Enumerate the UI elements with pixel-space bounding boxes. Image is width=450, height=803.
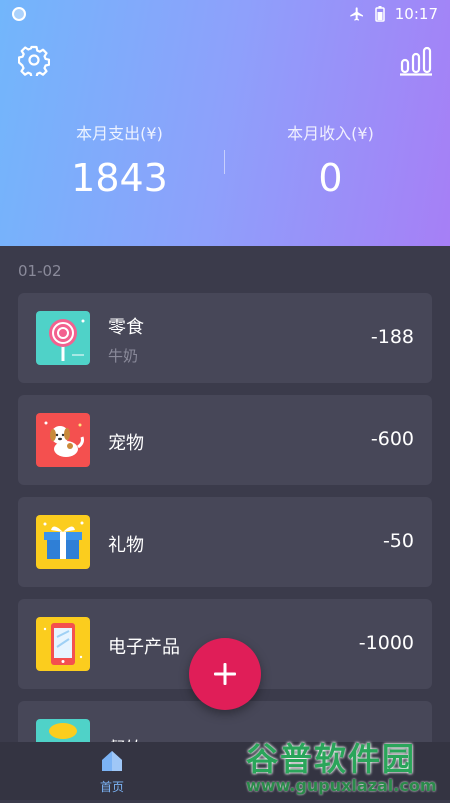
tab-home[interactable]: 首页 — [90, 750, 134, 795]
monthly-summary: 本月支出(¥) 1843 本月收入(¥) 0 — [0, 120, 450, 210]
watermark-url: www.gupuxlazal.com — [246, 776, 437, 795]
tab-home-label: 首页 — [99, 780, 124, 794]
record-title: 电子产品 — [108, 637, 180, 658]
record-amount: -1000 — [358, 632, 414, 654]
record-amount: -188 — [370, 326, 414, 348]
header-banner: 10:17 本月支出(¥) 1843 本月收入(¥) 0 — [0, 0, 450, 246]
notification-dot-icon — [12, 7, 26, 21]
list-item[interactable]: 零食 牛奶 -188 — [18, 293, 432, 383]
battery-icon — [375, 6, 385, 22]
settings-gear-icon[interactable] — [18, 44, 50, 76]
add-record-button[interactable] — [189, 638, 261, 710]
expense-summary: 本月支出(¥) 1843 — [7, 120, 232, 200]
record-title: 礼物 — [108, 535, 144, 556]
lollipop-icon — [36, 311, 90, 365]
list-item[interactable]: 礼物 -50 — [18, 497, 432, 587]
plus-icon — [214, 663, 236, 685]
record-note: 牛奶 — [108, 347, 139, 365]
status-time: 10:17 — [394, 5, 438, 23]
income-label: 本月收入(¥) — [287, 124, 374, 143]
phone-icon — [36, 617, 90, 671]
expense-value: 1843 — [71, 156, 168, 200]
record-amount: -600 — [370, 428, 414, 450]
record-title: 零食 — [108, 317, 144, 338]
home-icon — [102, 751, 122, 771]
airplane-mode-icon — [350, 7, 363, 21]
income-summary: 本月收入(¥) 0 — [218, 120, 443, 200]
record-title: 宠物 — [108, 433, 144, 454]
dog-icon — [36, 413, 90, 467]
gift-box-icon — [36, 515, 90, 569]
expense-label: 本月支出(¥) — [76, 124, 163, 143]
watermark-title: 谷普软件园 — [246, 740, 417, 778]
watermark: 谷普软件园 www.gupuxlazal.com — [246, 734, 446, 798]
status-bar: 10:17 — [0, 0, 450, 28]
record-list: 零食 牛奶 -188 宠物 -600 礼物 -50 电子产品 -1000 — [18, 293, 432, 803]
record-amount: -50 — [382, 530, 414, 552]
income-value: 0 — [318, 156, 343, 200]
list-item[interactable]: 宠物 -600 — [18, 395, 432, 485]
date-group-label: 01-02 — [18, 262, 62, 280]
statistics-chart-icon[interactable] — [400, 46, 432, 76]
